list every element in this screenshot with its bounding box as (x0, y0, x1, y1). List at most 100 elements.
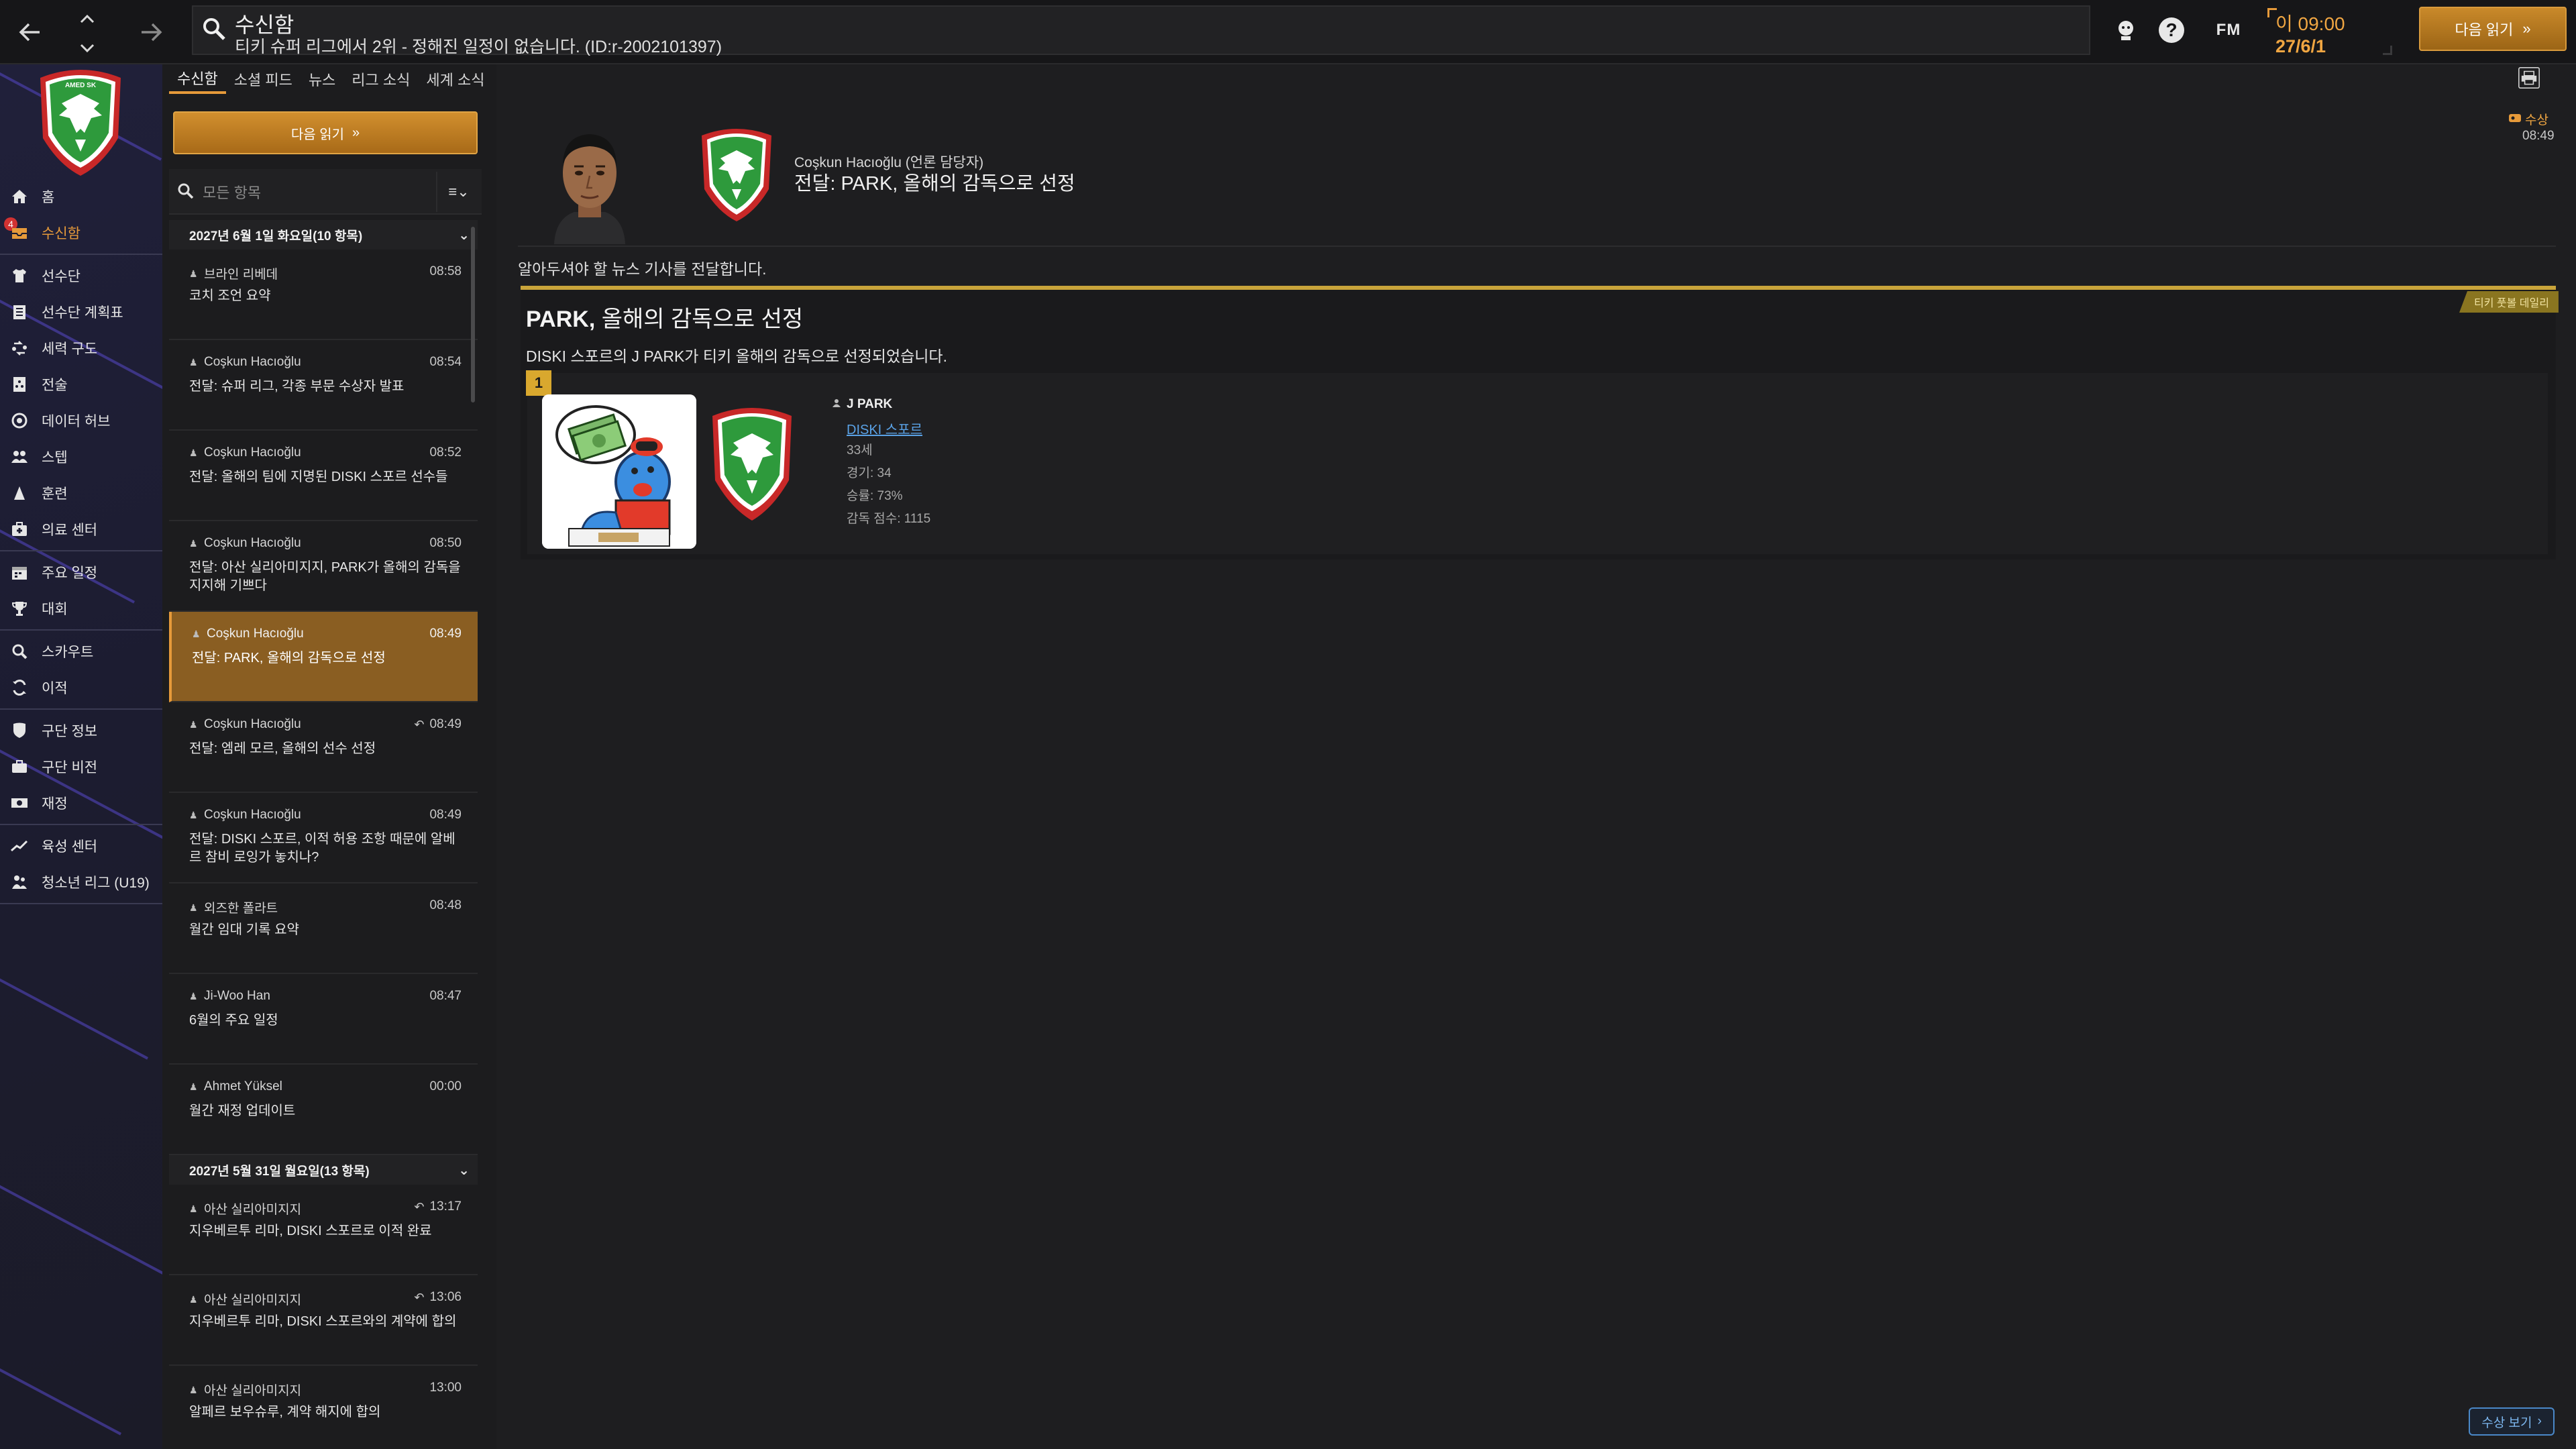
continue-button[interactable]: 다음 읽기 » (2419, 7, 2567, 51)
sidebar-item-competitions[interactable]: 대회 (0, 590, 162, 627)
schedule-icon (11, 564, 28, 581)
filter-input[interactable]: 모든 항목 (203, 181, 261, 203)
sidebar-item-squad[interactable]: 선수단 (0, 258, 162, 294)
list-item[interactable]: ♟ Ahmet Yüksel 00:00 월간 재정 업데이트 (169, 1065, 478, 1155)
message-sender: Coşkun Hacıoğlu (207, 627, 304, 641)
rank-badge: 1 (526, 370, 551, 396)
print-icon[interactable] (2518, 67, 2540, 89)
message-sender: Coşkun Hacıoğlu (204, 536, 301, 550)
reply-icon: ↶ (414, 717, 425, 731)
list-item[interactable]: ♟ Coşkun Hacıoğlu 08:52 전달: 올해의 팀에 지명된 DI… (169, 431, 478, 521)
tactics-icon (11, 376, 28, 393)
person-icon (832, 397, 841, 412)
help-icon[interactable]: ? (2159, 17, 2184, 43)
winner-games: 경기: 34 (847, 466, 892, 480)
list-item[interactable]: ♟ 아산 실리아미지지 13:00 알페르 보우슈루, 계약 해지에 합의 (169, 1366, 478, 1449)
sidebar-item-dynamics[interactable]: 세력 구도 (0, 330, 162, 366)
training-icon (11, 484, 28, 502)
chevron-down-icon[interactable]: ⌄ (458, 227, 470, 244)
message-subject: 전달: 엠레 모르, 올해의 선수 선정 (189, 741, 376, 756)
message-time: 08:52 (429, 445, 462, 460)
search-box[interactable]: 수신함 티키 슈퍼 리그에서 2위 - 정해진 일정이 없습니다. (ID:r-… (192, 5, 2090, 56)
chevron-up-icon[interactable] (80, 7, 95, 28)
view-award-button[interactable]: 수상 보기 › (2469, 1407, 2555, 1436)
award-tag-icon (2509, 112, 2521, 127)
message-sender: Coşkun Hacıoğlu (204, 808, 301, 822)
news-source-tag: 티키 풋볼 데일리 (2459, 291, 2559, 313)
sidebar-item-squad-plan[interactable]: 선수단 계획표 (0, 294, 162, 330)
list-item[interactable]: ♟ Coşkun Hacıoğlu 08:54 전달: 슈퍼 리그, 각종 부문 … (169, 340, 478, 431)
sender-avatar[interactable] (534, 118, 645, 244)
game-clock: 이 09:00 27/6/1 (2267, 7, 2395, 58)
tab-league-news[interactable]: 리그 소식 (343, 64, 418, 94)
chevron-down-icon[interactable]: ⌄ (458, 1162, 470, 1179)
list-item[interactable]: ♟ Coşkun Hacıoğlu ↶ 08:49 전달: 엠레 모르, 올해의 선… (169, 702, 478, 793)
message-sender: Ahmet Yüksel (204, 1079, 282, 1093)
person-icon: ♟ (189, 357, 198, 368)
list-item-selected[interactable]: ♟ Coşkun Hacıoğlu 08:49 전달: PARK, 올해의 감독으… (169, 612, 478, 702)
date-group-header[interactable]: 2027년 5월 31일 월요일(13 항목) ⌄ (169, 1155, 478, 1185)
message-subject-heading: 전달: PARK, 올해의 감독으로 선정 (794, 173, 1075, 195)
list-item[interactable]: ♟ 외즈한 폴라트 08:48 월간 임대 기록 요약 (169, 883, 478, 974)
message-time: 13:00 (429, 1381, 462, 1395)
tab-news[interactable]: 뉴스 (301, 64, 343, 94)
sidebar-item-data-hub[interactable]: 데이터 허브 (0, 402, 162, 439)
message-time: 08:49 (429, 717, 462, 731)
winner-club-crest[interactable] (707, 402, 797, 523)
list-continue-button[interactable]: 다음 읽기 » (173, 111, 478, 154)
sidebar-item-club-vision[interactable]: 구단 비전 (0, 749, 162, 785)
manager-face-icon[interactable] (2110, 15, 2141, 46)
sidebar-item-medical[interactable]: 의료 센터 (0, 511, 162, 547)
tab-social-feed[interactable]: 소셜 피드 (226, 64, 301, 94)
sidebar-item-home[interactable]: 홈 (0, 178, 162, 215)
sidebar-item-youth[interactable]: 청소년 리그 (U19) (0, 864, 162, 900)
sidebar-item-scouting[interactable]: 스카우트 (0, 633, 162, 669)
list-item[interactable]: ♟ 브라인 리베데 08:58 코치 조언 요약 (169, 250, 478, 340)
home-icon (11, 188, 28, 205)
manager-photo[interactable] (542, 394, 696, 549)
person-icon: ♟ (189, 268, 198, 279)
continue-label: 다음 읽기 (2455, 21, 2514, 38)
sidebar-item-transfers[interactable]: 이적 (0, 669, 162, 706)
message-sender: 외즈한 폴라트 (204, 902, 278, 916)
news-body: DISKI 스포르의 J PARK가 티키 올해의 감독으로 선정되었습니다. (526, 347, 947, 365)
winner-club-link[interactable]: DISKI 스포르 (847, 419, 922, 438)
forward-arrow-icon[interactable] (131, 12, 172, 52)
sidebar-item-finances[interactable]: 재정 (0, 785, 162, 821)
sidebar-item-schedule[interactable]: 주요 일정 (0, 554, 162, 590)
winner-name[interactable]: J PARK (832, 397, 892, 412)
sidebar-item-tactics[interactable]: 전술 (0, 366, 162, 402)
inbox-icon (11, 224, 28, 241)
sidebar-item-training[interactable]: 훈련 (0, 475, 162, 511)
winner-win-rate: 승률: 73% (847, 489, 903, 503)
list-item[interactable]: ♟ Ji-Woo Han 08:47 6월의 주요 일정 (169, 974, 478, 1065)
winner-age: 33세 (847, 443, 873, 458)
winner-manager-score: 감독 점수: 1115 (847, 512, 931, 526)
back-arrow-icon[interactable] (9, 12, 50, 52)
header-divider (518, 246, 2556, 247)
message-subject: 전달: 아산 실리아미지지, PARK가 올해의 감독을 지지해 기쁘다 (189, 560, 461, 593)
sidebar-item-inbox[interactable]: 4 수신함 (0, 215, 162, 251)
list-item[interactable]: ♟ 아산 실리아미지지 ↶ 13:06 지우베르투 리마, DISKI 스포르와의 … (169, 1275, 478, 1366)
message-sender: 브라인 리베데 (204, 268, 278, 282)
chevron-down-icon[interactable] (80, 36, 95, 58)
sidebar-item-staff[interactable]: 스텝 (0, 439, 162, 475)
person-icon: ♟ (189, 902, 198, 913)
person-icon: ♟ (192, 629, 201, 639)
list-scrollbar[interactable] (471, 227, 475, 402)
tab-world-news[interactable]: 세계 소식 (418, 64, 492, 94)
club-crest-logo[interactable]: AMED SK (35, 64, 126, 178)
tab-inbox[interactable]: 수신함 (169, 64, 226, 94)
message-subject: 월간 임대 기록 요약 (189, 922, 299, 937)
sidebar-item-club-info[interactable]: 구단 정보 (0, 712, 162, 749)
staff-icon (11, 448, 28, 466)
list-item[interactable]: ♟ Coşkun Hacıoğlu 08:50 전달: 아산 실리아미지지, PA… (169, 521, 478, 612)
sidebar-item-development[interactable]: 육성 센터 (0, 828, 162, 864)
message-time: 08:49 (429, 627, 462, 641)
person-icon: ♟ (189, 991, 198, 1002)
fm-logo[interactable]: FM (2208, 15, 2249, 46)
sort-menu-icon[interactable]: ≡⌄ (436, 172, 480, 212)
list-item[interactable]: ♟ 아산 실리아미지지 ↶ 13:17 지우베르투 리마, DISKI 스포르로 이… (169, 1185, 478, 1275)
date-group-header[interactable]: 2027년 6월 1일 화요일(10 항목) ⌄ (169, 220, 478, 250)
list-item[interactable]: ♟ Coşkun Hacıoğlu 08:49 전달: DISKI 스포르, 이적… (169, 793, 478, 883)
